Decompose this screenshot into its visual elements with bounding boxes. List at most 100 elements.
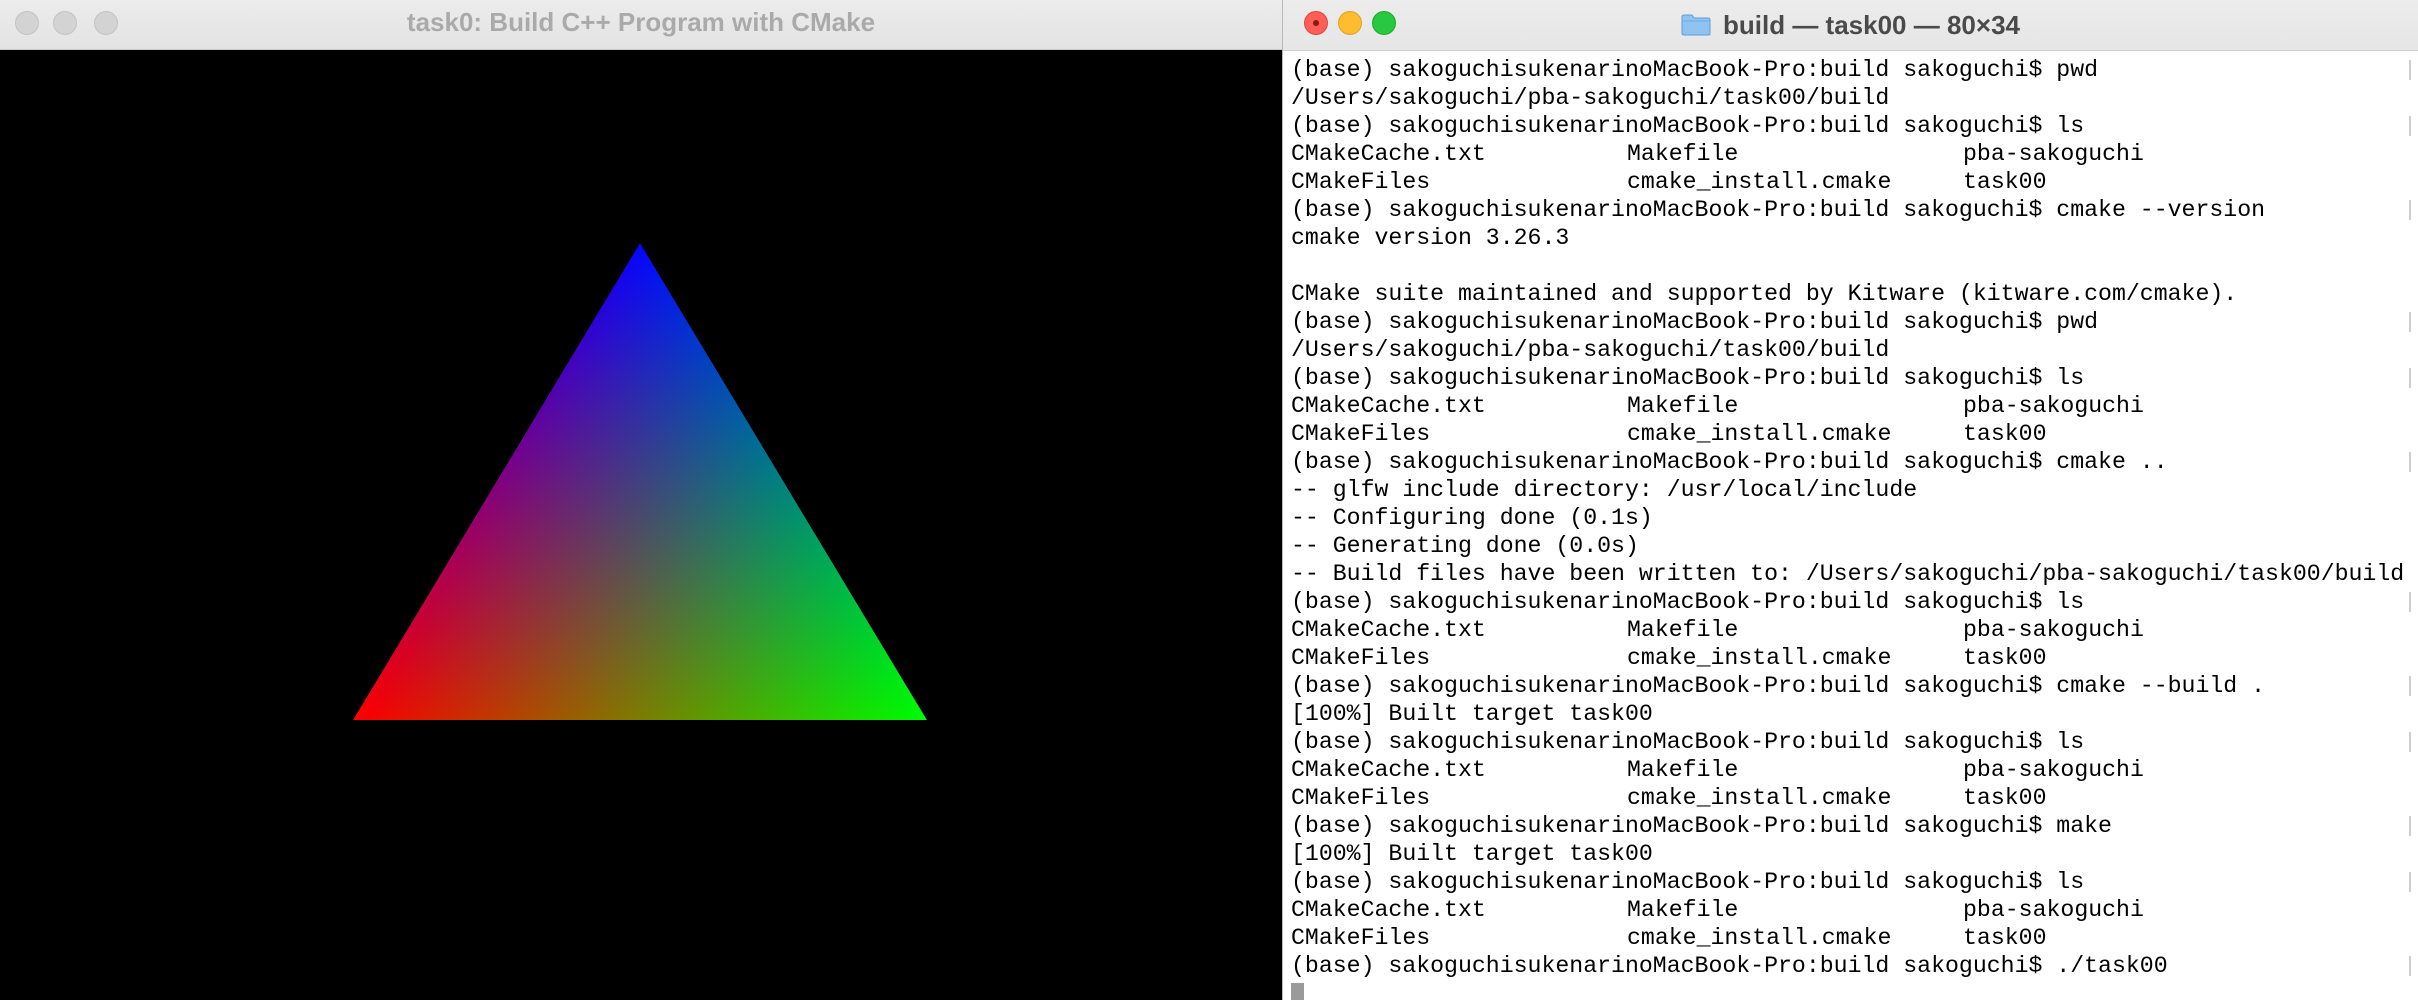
- terminal-prompt-line: (base) sakoguchisukenarinoMacBook-Pro:bu…: [1291, 112, 2418, 140]
- terminal-prompt-line: (base) sakoguchisukenarinoMacBook-Pro:bu…: [1291, 868, 2418, 896]
- prompt-end-mark: [2409, 116, 2411, 136]
- terminal-output-line: -- Configuring done (0.1s): [1291, 505, 1653, 531]
- terminal-prompt-line: (base) sakoguchisukenarinoMacBook-Pro:bu…: [1291, 588, 2418, 616]
- prompt-text: (base) sakoguchisukenarinoMacBook-Pro:bu…: [1291, 869, 2085, 895]
- ls-entry: cmake_install.cmake: [1627, 421, 1892, 447]
- terminal-output-line: -- Build files have been written to: /Us…: [1291, 561, 2405, 587]
- ls-entry: task00: [1963, 785, 2047, 811]
- text-cursor: [1291, 982, 1304, 1000]
- terminal-output-line: [100%] Built target task00: [1291, 841, 1653, 867]
- terminal-cursor-line: [1291, 980, 2418, 1000]
- ls-entry: CMakeCache.txt: [1291, 393, 1486, 419]
- terminal-title: build — task00 — 80×34: [1723, 9, 2020, 40]
- terminal-window[interactable]: build — task00 — 80×34 (base) sakoguchis…: [1282, 0, 2418, 1000]
- ls-entry: Makefile: [1627, 393, 1739, 419]
- ls-entry: cmake_install.cmake: [1627, 169, 1892, 195]
- ls-entry: Makefile: [1627, 757, 1739, 783]
- prompt-text: (base) sakoguchisukenarinoMacBook-Pro:bu…: [1291, 197, 2266, 223]
- ls-entry: pba-sakoguchi: [1963, 393, 2144, 419]
- ls-entry: Makefile: [1627, 897, 1739, 923]
- terminal-ls-line: CMakeCache.txt Makefile pba-sakoguchi: [1291, 756, 2418, 784]
- terminal-ls-line: CMakeCache.txt Makefile pba-sakoguchi: [1291, 140, 2418, 168]
- prompt-end-mark: [2409, 956, 2411, 976]
- terminal-ls-line: CMakeFiles cmake_install.cmake task00: [1291, 644, 2418, 672]
- terminal-prompt-line: (base) sakoguchisukenarinoMacBook-Pro:bu…: [1291, 672, 2418, 700]
- ls-entry: pba-sakoguchi: [1963, 141, 2144, 167]
- ls-entry: cmake_install.cmake: [1627, 645, 1892, 671]
- prompt-text: (base) sakoguchisukenarinoMacBook-Pro:bu…: [1291, 365, 2085, 391]
- prompt-text: (base) sakoguchisukenarinoMacBook-Pro:bu…: [1291, 113, 2085, 139]
- prompt-end-mark: [2409, 676, 2411, 696]
- gl-titlebar[interactable]: task0: Build C++ Program with CMake: [0, 0, 1282, 50]
- terminal-prompt-line: (base) sakoguchisukenarinoMacBook-Pro:bu…: [1291, 728, 2418, 756]
- prompt-text: (base) sakoguchisukenarinoMacBook-Pro:bu…: [1291, 309, 2099, 335]
- terminal-output[interactable]: (base) sakoguchisukenarinoMacBook-Pro:bu…: [1291, 56, 2418, 1000]
- ls-entry: task00: [1963, 421, 2047, 447]
- terminal-prompt-line: (base) sakoguchisukenarinoMacBook-Pro:bu…: [1291, 196, 2418, 224]
- terminal-ls-line: CMakeFiles cmake_install.cmake task00: [1291, 924, 2418, 952]
- terminal-titlebar[interactable]: build — task00 — 80×34: [1283, 0, 2418, 51]
- terminal-ls-line: CMakeFiles cmake_install.cmake task00: [1291, 420, 2418, 448]
- ls-entry: CMakeFiles: [1291, 421, 1431, 447]
- prompt-end-mark: [2409, 592, 2411, 612]
- terminal-output-line: CMake suite maintained and supported by …: [1291, 281, 2238, 307]
- gl-window[interactable]: task0: Build C++ Program with CMake: [0, 0, 1282, 1000]
- terminal-prompt-line: (base) sakoguchisukenarinoMacBook-Pro:bu…: [1291, 308, 2418, 336]
- prompt-end-mark: [2409, 452, 2411, 472]
- ls-entry: CMakeFiles: [1291, 925, 1431, 951]
- gl-window-title: task0: Build C++ Program with CMake: [406, 7, 876, 37]
- ls-entry: task00: [1963, 925, 2047, 951]
- prompt-end-mark: [2409, 816, 2411, 836]
- prompt-text: (base) sakoguchisukenarinoMacBook-Pro:bu…: [1291, 953, 2168, 979]
- prompt-end-mark: [2409, 872, 2411, 892]
- terminal-output-line: -- Generating done (0.0s): [1291, 533, 1639, 559]
- terminal-prompt-line: (base) sakoguchisukenarinoMacBook-Pro:bu…: [1291, 364, 2418, 392]
- terminal-prompt-line: (base) sakoguchisukenarinoMacBook-Pro:bu…: [1291, 448, 2418, 476]
- ls-entry: cmake_install.cmake: [1627, 925, 1892, 951]
- prompt-text: (base) sakoguchisukenarinoMacBook-Pro:bu…: [1291, 589, 2085, 615]
- prompt-end-mark: [2409, 312, 2411, 332]
- prompt-text: (base) sakoguchisukenarinoMacBook-Pro:bu…: [1291, 729, 2085, 755]
- ls-entry: Makefile: [1627, 141, 1739, 167]
- ls-entry: CMakeFiles: [1291, 169, 1431, 195]
- ls-entry: CMakeFiles: [1291, 645, 1431, 671]
- prompt-end-mark: [2409, 60, 2411, 80]
- ls-entry: CMakeFiles: [1291, 785, 1431, 811]
- prompt-end-mark: [2409, 732, 2411, 752]
- terminal-output-line: [100%] Built target task00: [1291, 701, 1653, 727]
- terminal-ls-line: CMakeCache.txt Makefile pba-sakoguchi: [1291, 616, 2418, 644]
- ls-entry: Makefile: [1627, 617, 1739, 643]
- ls-entry: pba-sakoguchi: [1963, 617, 2144, 643]
- gl-canvas[interactable]: [0, 50, 1282, 1000]
- triangle-blue-channel: [353, 243, 927, 720]
- terminal-prompt-line: (base) sakoguchisukenarinoMacBook-Pro:bu…: [1291, 812, 2418, 840]
- terminal-ls-line: CMakeFiles cmake_install.cmake task00: [1291, 168, 2418, 196]
- ls-entry: CMakeCache.txt: [1291, 141, 1486, 167]
- terminal-output-line: /Users/sakoguchi/pba-sakoguchi/task00/bu…: [1291, 85, 1890, 111]
- terminal-ls-line: CMakeFiles cmake_install.cmake task00: [1291, 784, 2418, 812]
- folder-icon: [1681, 14, 1711, 36]
- terminal-output-line: -- glfw include directory: /usr/local/in…: [1291, 477, 1918, 503]
- prompt-text: (base) sakoguchisukenarinoMacBook-Pro:bu…: [1291, 813, 2112, 839]
- triangle-render: [353, 243, 927, 720]
- prompt-text: (base) sakoguchisukenarinoMacBook-Pro:bu…: [1291, 449, 2168, 475]
- ls-entry: task00: [1963, 645, 2047, 671]
- ls-entry: CMakeCache.txt: [1291, 757, 1486, 783]
- ls-entry: pba-sakoguchi: [1963, 897, 2144, 923]
- terminal-prompt-line: (base) sakoguchisukenarinoMacBook-Pro:bu…: [1291, 952, 2418, 980]
- ls-entry: pba-sakoguchi: [1963, 757, 2144, 783]
- terminal-ls-line: CMakeCache.txt Makefile pba-sakoguchi: [1291, 392, 2418, 420]
- ls-entry: CMakeCache.txt: [1291, 617, 1486, 643]
- terminal-output-line: cmake version 3.26.3: [1291, 225, 1570, 251]
- ls-entry: cmake_install.cmake: [1627, 785, 1892, 811]
- prompt-end-mark: [2409, 200, 2411, 220]
- prompt-text: (base) sakoguchisukenarinoMacBook-Pro:bu…: [1291, 57, 2099, 83]
- prompt-text: (base) sakoguchisukenarinoMacBook-Pro:bu…: [1291, 673, 2266, 699]
- terminal-output-line: /Users/sakoguchi/pba-sakoguchi/task00/bu…: [1291, 337, 1890, 363]
- terminal-prompt-line: (base) sakoguchisukenarinoMacBook-Pro:bu…: [1291, 56, 2418, 84]
- terminal-ls-line: CMakeCache.txt Makefile pba-sakoguchi: [1291, 896, 2418, 924]
- ls-entry: CMakeCache.txt: [1291, 897, 1486, 923]
- ls-entry: task00: [1963, 169, 2047, 195]
- prompt-end-mark: [2409, 368, 2411, 388]
